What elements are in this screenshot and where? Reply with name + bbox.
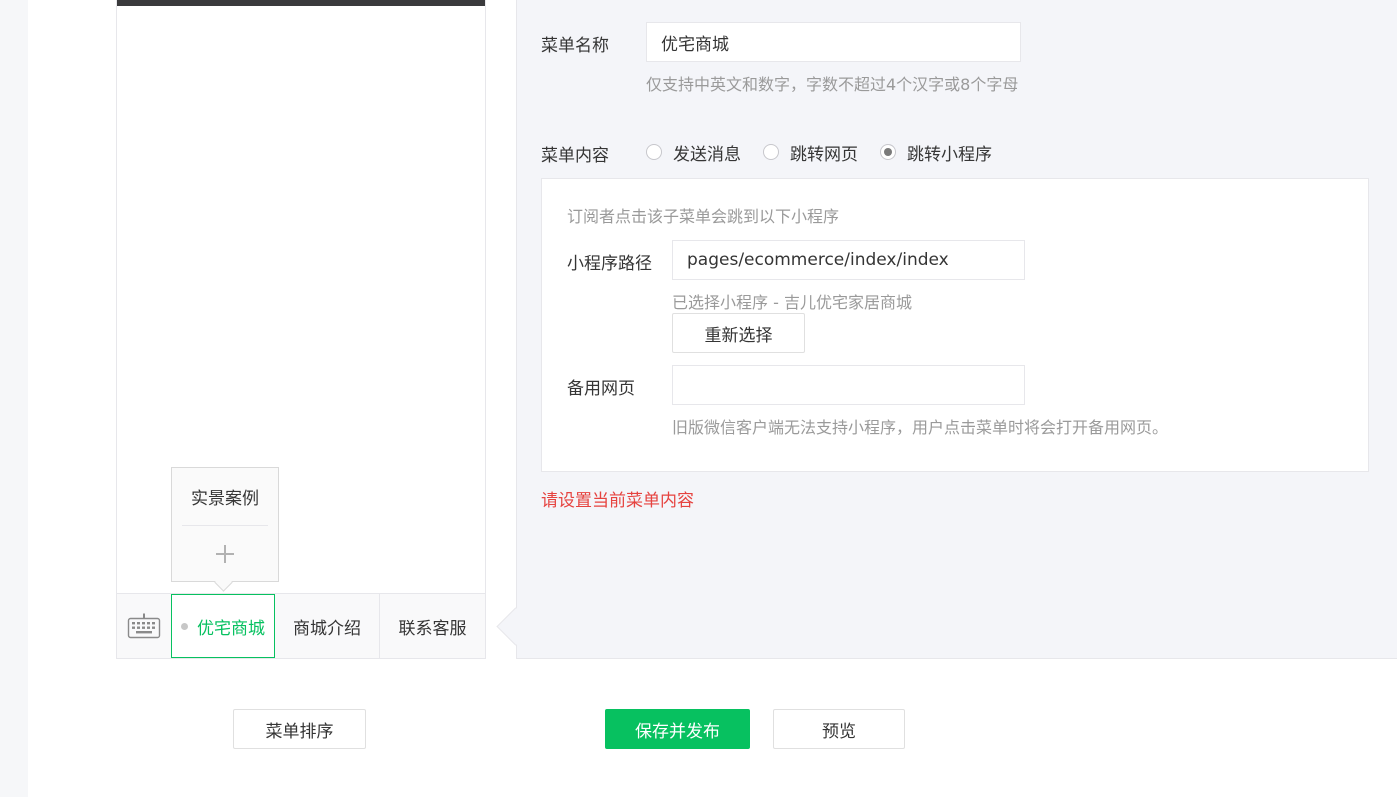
backup-webpage-input[interactable] [672,365,1025,405]
radio-circle-icon [763,144,779,160]
reselect-button[interactable]: 重新选择 [672,313,805,353]
menu-sort-button[interactable]: 菜单排序 [233,709,366,749]
keyboard-toggle[interactable] [117,594,172,658]
submenu-popup: 实景案例 [171,467,279,592]
menu-tab-intro[interactable]: 商城介绍 [275,594,380,658]
radio-label: 跳转网页 [790,144,858,165]
backup-webpage-tip: 旧版微信客户端无法支持小程序，用户点击菜单时将会打开备用网页。 [672,418,1169,437]
miniprogram-path-label: 小程序路径 [567,254,652,274]
preview-button[interactable]: 预览 [773,709,905,749]
menu-content-label: 菜单内容 [541,146,609,166]
phone-top-bar [117,0,485,6]
error-message: 请设置当前菜单内容 [541,491,694,511]
miniprogram-path-input[interactable]: pages/ecommerce/index/index [672,240,1025,280]
menu-name-tip: 仅支持中英文和数字，字数不超过4个汉字或8个字母 [646,75,1019,94]
radio-open-webpage[interactable]: 跳转网页 [763,140,858,165]
add-submenu-button[interactable] [172,526,278,581]
selected-miniprogram-text: 已选择小程序 - 吉儿优宅家居商城 [672,293,912,312]
tab-indicator-dot [181,622,188,630]
radio-checked-icon [880,144,896,160]
menu-name-label: 菜单名称 [541,36,609,56]
radio-label: 跳转小程序 [907,144,992,165]
backup-webpage-label: 备用网页 [567,379,635,399]
miniprogram-description: 订阅者点击该子菜单会跳到以下小程序 [567,207,840,226]
phone-preview: 实景案例 优宅商城 商城介绍 联系客服 [116,0,486,659]
menu-tab-support[interactable]: 联系客服 [380,594,485,658]
phone-menu-bar: 优宅商城 商城介绍 联系客服 [117,593,485,658]
radio-circle-icon [646,144,662,160]
save-and-publish-button[interactable]: 保存并发布 [605,709,750,749]
menu-tab-label: 联系客服 [398,618,467,639]
menu-tab-label: 优宅商城 [197,618,265,639]
radio-send-message[interactable]: 发送消息 [646,140,741,165]
menu-tab-label: 商城介绍 [293,618,361,639]
radio-dot [884,148,892,156]
radio-label: 发送消息 [673,144,741,165]
keyboard-icon [127,613,161,639]
menu-name-input[interactable]: 优宅商城 [646,22,1021,62]
content-type-radio-group: 发送消息 跳转网页 跳转小程序 [646,139,1014,165]
plus-icon [216,544,234,563]
submenu-item[interactable]: 实景案例 [182,468,268,526]
radio-open-miniprogram[interactable]: 跳转小程序 [880,140,992,165]
menu-tab-mall[interactable]: 优宅商城 [171,594,275,658]
